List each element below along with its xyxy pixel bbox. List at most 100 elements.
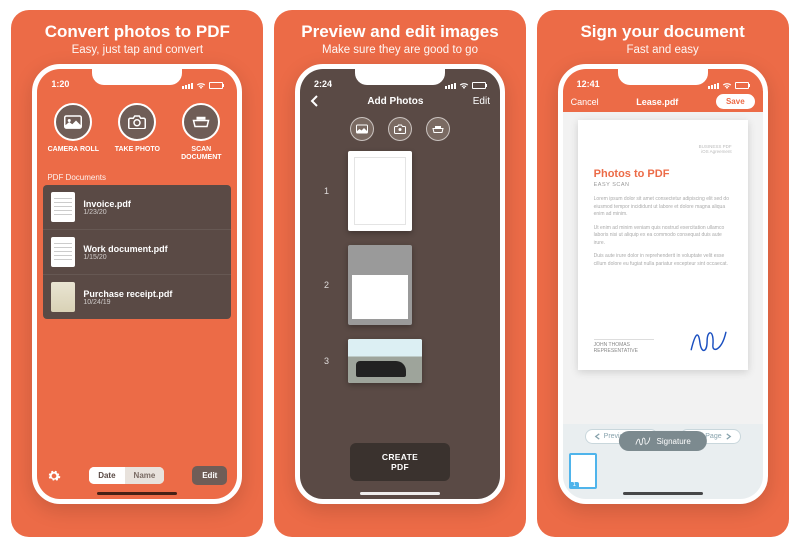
promo-card-3: Sign your document Fast and easy 12:41 C… xyxy=(537,10,789,537)
source-icons xyxy=(300,111,500,151)
nav-title: Add Photos xyxy=(367,96,423,107)
status-right xyxy=(445,82,486,89)
doc-thumbnail xyxy=(51,192,75,222)
page-list: 1 2 3 xyxy=(300,151,500,393)
signal-icon xyxy=(445,83,456,89)
doc-paragraph: Duis aute irure dolor in reprehenderit i… xyxy=(594,253,732,268)
create-pdf-button[interactable]: CREATE PDF xyxy=(350,443,450,481)
status-time: 12:41 xyxy=(577,79,600,89)
back-button[interactable] xyxy=(310,95,318,107)
doc-header: BUSINESS PDFiOS Agreement xyxy=(594,144,732,154)
scanner-icon xyxy=(192,116,210,128)
save-button[interactable]: Save xyxy=(716,94,755,109)
promo-card-1: Convert photos to PDF Easy, just tap and… xyxy=(11,10,263,537)
status-time: 1:20 xyxy=(51,79,69,89)
signature-icon xyxy=(688,328,732,354)
status-time: 2:24 xyxy=(314,79,332,89)
wifi-icon xyxy=(196,82,206,89)
chevron-right-icon xyxy=(725,433,732,440)
cancel-button[interactable]: Cancel xyxy=(571,97,599,107)
screen-preview: 2:24 Add Photos Edit xyxy=(300,69,500,499)
list-item[interactable]: Work document.pdf 1/15/20 xyxy=(43,230,231,275)
card-header: Preview and edit images Make sure they a… xyxy=(295,10,504,64)
status-right xyxy=(708,82,749,89)
signature-area: JOHN THOMASREPRESENTATIVE xyxy=(594,328,732,354)
card-title: Sign your document xyxy=(580,22,744,42)
signer-name: JOHN THOMASREPRESENTATIVE xyxy=(594,339,654,354)
bottom-bar: Date Name Edit xyxy=(37,466,237,485)
screen-sign: 12:41 Cancel Lease.pdf Save BUSINESS PDF… xyxy=(563,69,763,499)
card-subtitle: Make sure they are good to go xyxy=(301,44,498,56)
phone-frame: 2:24 Add Photos Edit xyxy=(295,64,505,504)
wifi-icon xyxy=(722,82,732,89)
notch xyxy=(355,69,445,85)
edit-button[interactable]: Edit xyxy=(473,96,490,107)
chevron-left-icon xyxy=(594,433,601,440)
nav-bar: Cancel Lease.pdf Save xyxy=(563,91,763,112)
document-list: Invoice.pdf 1/23/20 Work document.pdf 1/… xyxy=(43,185,231,319)
camera-roll-button[interactable] xyxy=(350,117,374,141)
doc-thumbnail xyxy=(51,237,75,267)
battery-icon xyxy=(209,82,223,89)
nav-bar: Add Photos Edit xyxy=(300,91,500,111)
wifi-icon xyxy=(459,82,469,89)
battery-icon xyxy=(735,82,749,89)
page-thumbnail[interactable]: 1 xyxy=(569,453,597,489)
edit-button[interactable]: Edit xyxy=(192,466,227,485)
list-item[interactable]: Invoice.pdf 1/23/20 xyxy=(43,185,231,230)
home-indicator xyxy=(360,492,440,495)
chevron-left-icon xyxy=(310,95,318,107)
doc-paragraph: Ut enim ad minim veniam quis nostrud exe… xyxy=(594,225,732,248)
list-item[interactable]: Purchase receipt.pdf 10/24/19 xyxy=(43,275,231,319)
promo-card-2: Preview and edit images Make sure they a… xyxy=(274,10,526,537)
signal-icon xyxy=(708,83,719,89)
doc-paragraph: Lorem ipsum dolor sit amet consectetur a… xyxy=(594,196,732,219)
sort-segment: Date Name xyxy=(89,467,164,484)
card-title: Convert photos to PDF xyxy=(45,22,230,42)
take-photo-button[interactable] xyxy=(388,117,412,141)
scan-document-button[interactable] xyxy=(426,117,450,141)
signature-icon xyxy=(635,436,651,446)
sort-date-button[interactable]: Date xyxy=(89,467,124,484)
sort-name-button[interactable]: Name xyxy=(125,467,165,484)
card-header: Convert photos to PDF Easy, just tap and… xyxy=(39,10,236,64)
doc-subheading: EASY SCAN xyxy=(594,182,732,188)
nav-title: Lease.pdf xyxy=(636,97,678,107)
phone-frame: 12:41 Cancel Lease.pdf Save BUSINESS PDF… xyxy=(558,64,768,504)
home-indicator xyxy=(623,492,703,495)
notch xyxy=(618,69,708,85)
document-page: BUSINESS PDFiOS Agreement Photos to PDF … xyxy=(578,120,748,370)
battery-icon xyxy=(472,82,486,89)
list-item[interactable]: 3 xyxy=(300,339,500,383)
page-thumbnail xyxy=(348,339,422,383)
card-header: Sign your document Fast and easy xyxy=(574,10,750,64)
camera-icon xyxy=(394,124,406,134)
card-title: Preview and edit images xyxy=(301,22,498,42)
notch xyxy=(92,69,182,85)
signal-icon xyxy=(182,83,193,89)
list-item[interactable]: 1 xyxy=(300,151,500,231)
camera-roll-button[interactable]: CAMERA ROLL xyxy=(45,103,101,161)
section-label: PDF Documents xyxy=(37,167,237,185)
camera-icon xyxy=(128,115,146,129)
scanner-icon xyxy=(432,125,444,134)
card-subtitle: Easy, just tap and convert xyxy=(45,44,230,56)
home-indicator xyxy=(97,492,177,495)
list-item[interactable]: 2 xyxy=(300,245,500,325)
image-icon xyxy=(64,115,82,129)
page-thumbnail xyxy=(348,245,412,325)
action-row: CAMERA ROLL TAKE PHOTO SCAN DOCUMENT xyxy=(37,91,237,167)
page-thumbnail xyxy=(348,151,412,231)
scan-document-button[interactable]: SCAN DOCUMENT xyxy=(173,103,229,161)
doc-thumbnail xyxy=(51,282,75,312)
document-viewer[interactable]: BUSINESS PDFiOS Agreement Photos to PDF … xyxy=(563,112,763,424)
image-icon xyxy=(356,124,368,134)
gear-icon[interactable] xyxy=(47,469,61,483)
screen-convert: 1:20 CAMERA ROLL TAKE PHOTO xyxy=(37,69,237,499)
phone-frame: 1:20 CAMERA ROLL TAKE PHOTO xyxy=(32,64,242,504)
signature-button[interactable]: Signature xyxy=(619,431,707,451)
take-photo-button[interactable]: TAKE PHOTO xyxy=(109,103,165,161)
doc-heading: Photos to PDF xyxy=(594,168,732,180)
card-subtitle: Fast and easy xyxy=(580,44,744,56)
status-right xyxy=(182,82,223,89)
